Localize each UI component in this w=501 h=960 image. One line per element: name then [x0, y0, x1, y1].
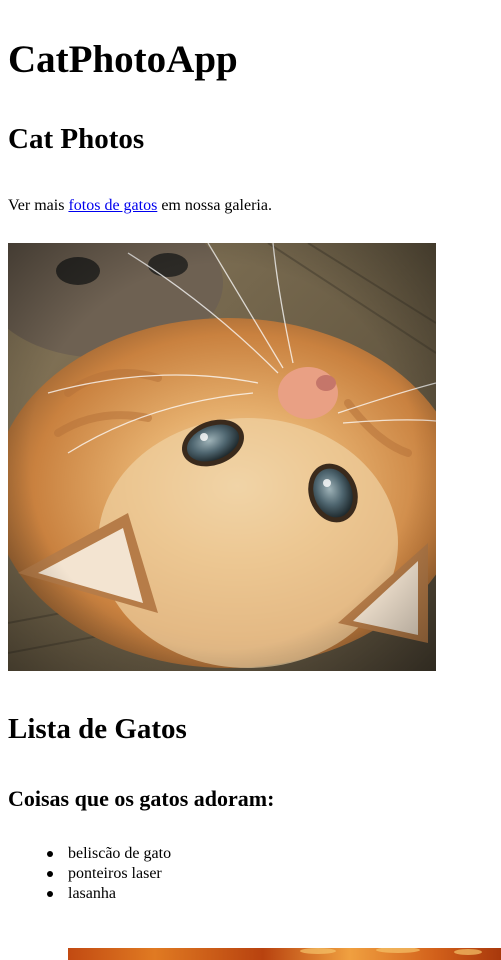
bullet-icon	[47, 871, 53, 877]
list-item-label: ponteiros laser	[68, 865, 162, 882]
page-title: CatPhotoApp	[8, 38, 238, 81]
intro-suffix: em nossa galeria.	[157, 197, 272, 214]
page: CatPhotoApp Cat Photos Ver mais fotos de…	[0, 0, 501, 960]
intro-prefix: Ver mais	[8, 197, 69, 214]
bullet-icon	[47, 891, 53, 897]
lasagna-photo	[68, 948, 501, 960]
bullet-icon	[47, 851, 53, 857]
list-item: beliscão de gato	[47, 844, 172, 864]
cat-photo[interactable]	[8, 243, 436, 671]
cat-loves-subheading: Coisas que os gatos adoram:	[8, 786, 275, 811]
list-item: lasanha	[47, 884, 171, 904]
list-item-label: lasanha	[68, 885, 116, 902]
list-item: ponteiros laser	[47, 864, 171, 884]
cat-photos-heading: Cat Photos	[8, 123, 145, 155]
list-item-label: beliscão de gato	[68, 845, 172, 862]
cat-list-heading: Lista de Gatos	[8, 713, 187, 745]
cat-photos-link[interactable]: fotos de gatos	[68, 197, 157, 214]
gallery-intro-text: Ver mais fotos de gatos em nossa galeria…	[8, 195, 272, 217]
cat-loves-list: beliscão de gato ponteiros laser lasanha	[8, 844, 171, 904]
